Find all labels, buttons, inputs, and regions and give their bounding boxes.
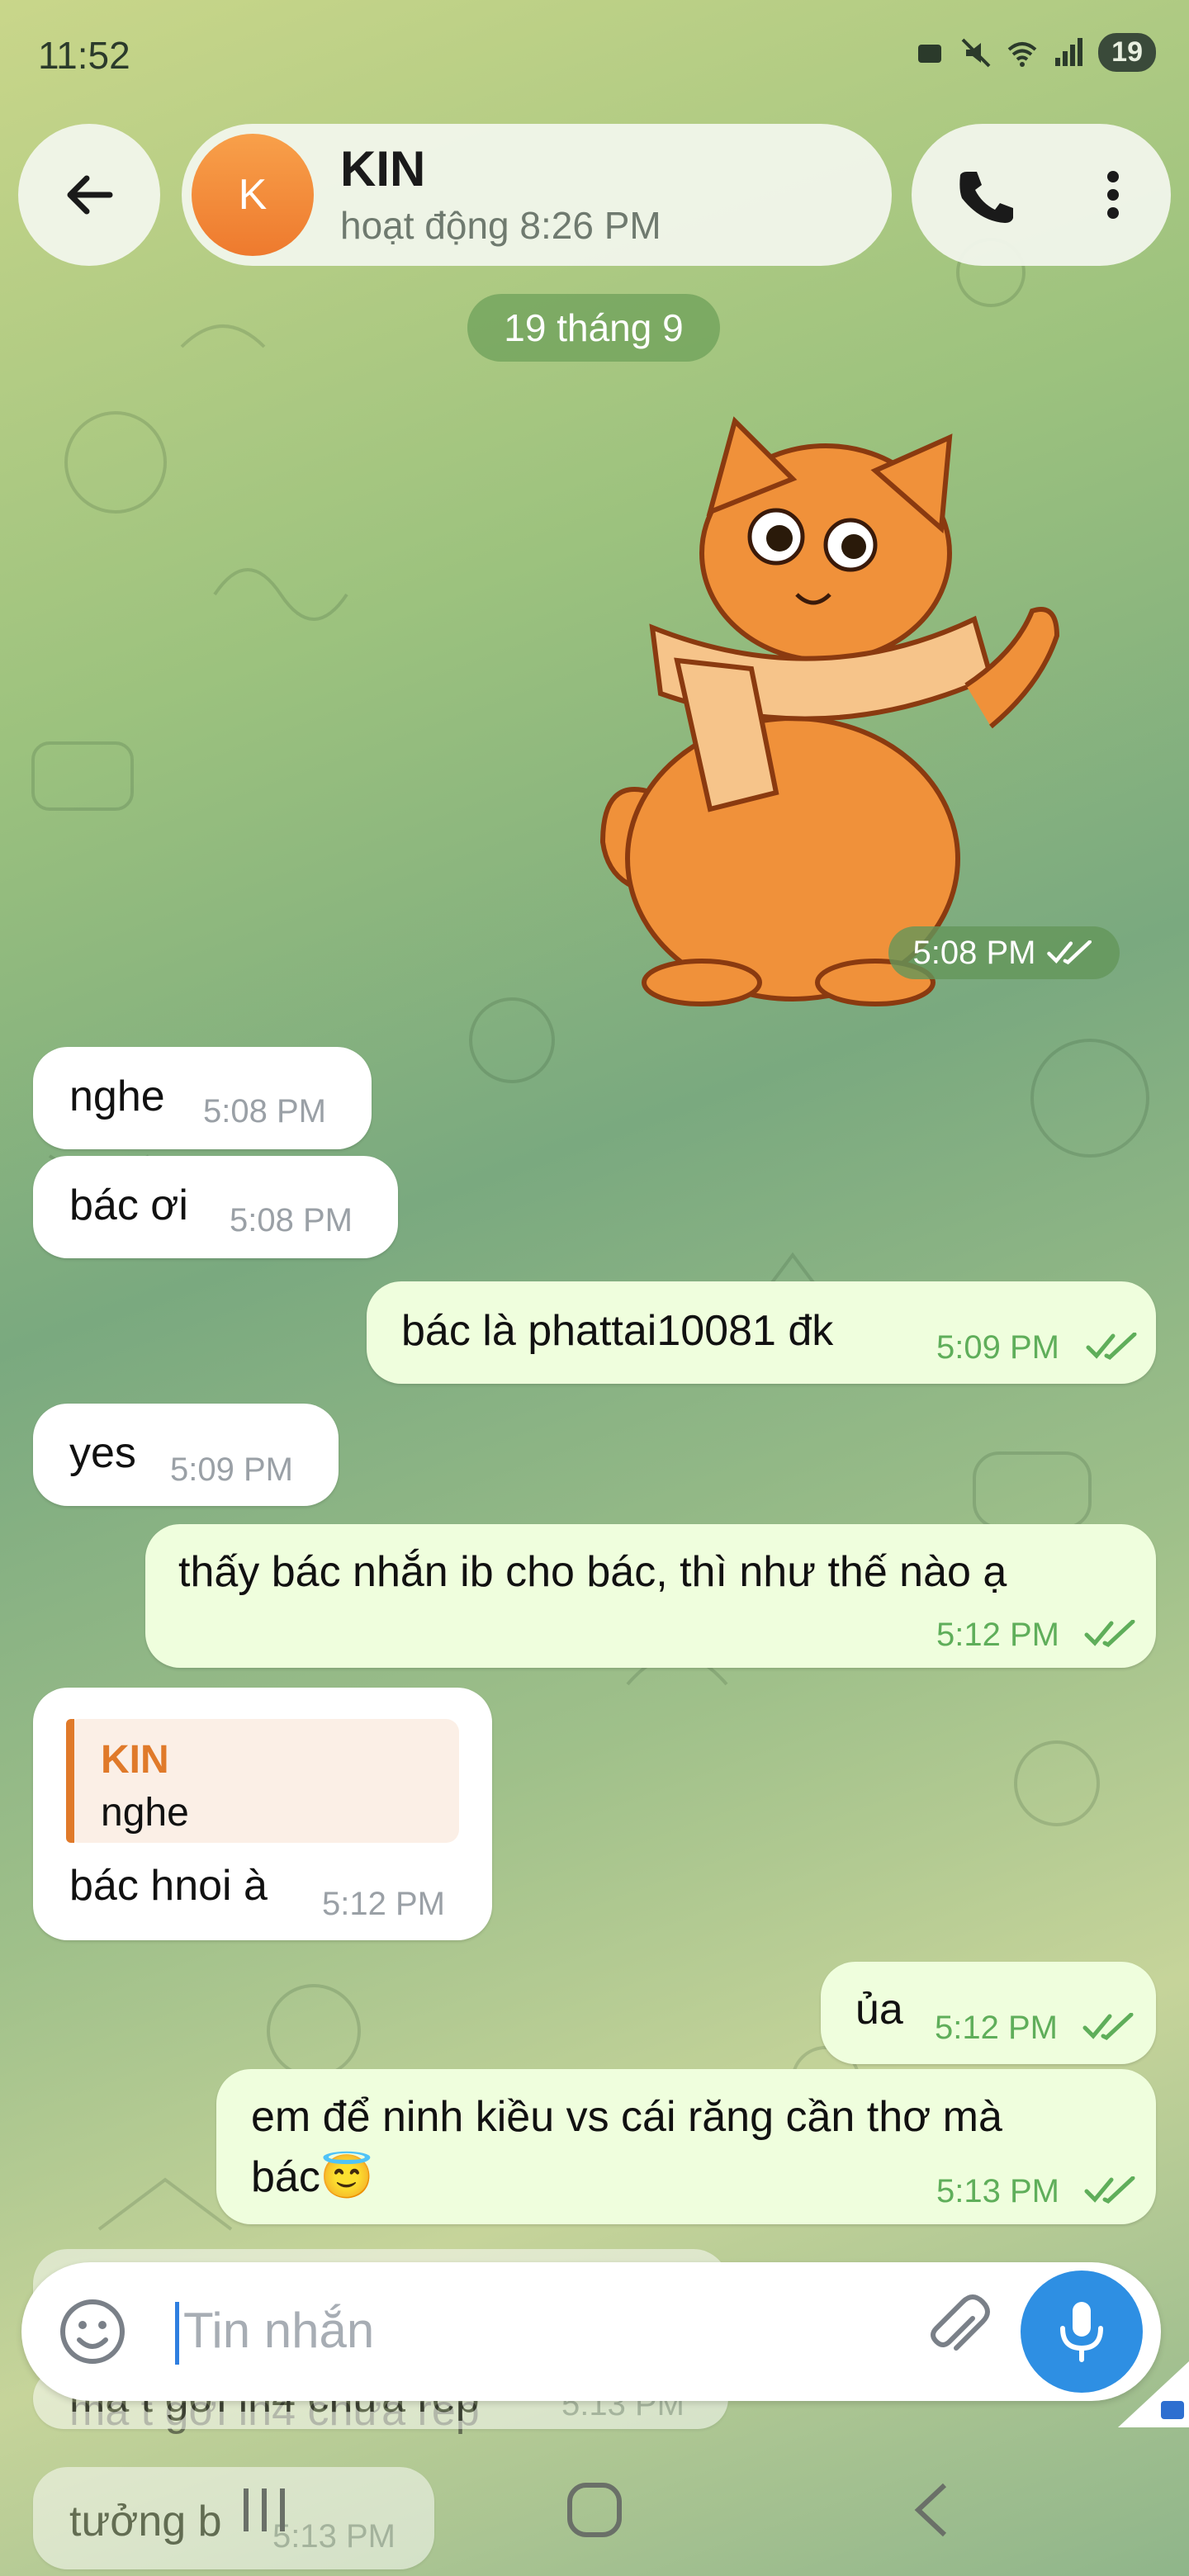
home-icon[interactable] [561, 2477, 628, 2543]
message-bubble-outgoing[interactable]: em để ninh kiều vs cái răng cần thơ mà b… [216, 2069, 1156, 2224]
phone-icon[interactable] [954, 165, 1013, 225]
message-input[interactable]: Tin nhắn [183, 2302, 374, 2359]
message-text: bác hnoi à [69, 1862, 268, 1910]
notification-icon [918, 44, 942, 63]
reply-text: nghe [101, 1791, 189, 1835]
status-icons: 19 [913, 33, 1156, 72]
message-text: ủa [855, 1986, 903, 2034]
microphone-icon [1060, 2302, 1103, 2362]
scroll-down-badge-icon[interactable] [1118, 2361, 1189, 2427]
recent-apps-icon[interactable] [231, 2477, 297, 2543]
message-time: 5:08 PM [203, 1093, 326, 1129]
reply-accent-bar [66, 1719, 74, 1843]
contact-name: KIN [340, 141, 426, 197]
cat-sticker[interactable] [578, 413, 1123, 1007]
header-actions [912, 124, 1171, 266]
date-chip: 19 tháng 9 [467, 294, 720, 362]
message-text-line1: em để ninh kiều vs cái răng cần thơ mà [251, 2093, 1002, 2141]
reply-quote[interactable]: KIN nghe [66, 1719, 459, 1843]
signal-icon [1055, 37, 1083, 66]
double-check-icon [1084, 2176, 1135, 2204]
chat-title-bar[interactable]: K KIN hoạt động 8:26 PM [182, 124, 892, 266]
message-composer[interactable]: Tin nhắn [21, 2262, 1161, 2401]
contact-status: hoạt động 8:26 PM [340, 204, 661, 247]
status-bar: 11:52 19 [0, 0, 1189, 107]
double-check-icon [1086, 1333, 1137, 1361]
message-bubble-incoming-reply[interactable]: KIN nghe bác hnoi à 5:12 PM [33, 1688, 492, 1940]
reply-author: KIN [101, 1738, 169, 1782]
double-check-icon [1084, 1620, 1135, 1648]
sticker-timestamp: 5:08 PM [888, 926, 1120, 979]
message-time: 5:13 PM [936, 2173, 1059, 2209]
back-nav-icon[interactable] [900, 2477, 966, 2543]
message-text: nghe [69, 1073, 165, 1120]
message-bubble-incoming[interactable]: bác ơi 5:08 PM [33, 1156, 398, 1258]
more-vertical-icon[interactable] [1097, 165, 1130, 225]
back-button[interactable] [18, 124, 160, 266]
message-bubble-incoming[interactable]: nghe 5:08 PM [33, 1047, 372, 1149]
back-arrow-icon [67, 175, 113, 215]
emoji-icon[interactable] [58, 2297, 127, 2366]
message-text: yes [69, 1429, 136, 1477]
text-caret [175, 2302, 179, 2365]
sticker-time: 5:08 PM [912, 934, 1036, 971]
message-bubble-incoming[interactable]: yes 5:09 PM [33, 1404, 339, 1506]
wifi-icon [1007, 41, 1037, 67]
message-text-line2: bác😇 [251, 2153, 374, 2201]
double-check-icon [1047, 940, 1092, 965]
system-navigation-bar [0, 2444, 1189, 2576]
message-time: 5:09 PM [936, 1329, 1059, 1366]
avatar[interactable]: K [192, 134, 314, 256]
message-time: 5:12 PM [936, 1617, 1059, 1653]
message-bubble-outgoing[interactable]: bác là phattai10081 đk 5:09 PM [367, 1281, 1156, 1384]
message-time: 5:08 PM [230, 1202, 353, 1238]
clock: 11:52 [38, 34, 130, 77]
message-bubble-outgoing[interactable]: thấy bác nhắn ib cho bác, thì như thế nà… [145, 1524, 1156, 1668]
message-text: bác ơi [69, 1181, 188, 1229]
message-time: 5:09 PM [170, 1451, 293, 1488]
message-time: 5:12 PM [322, 1886, 445, 1922]
message-bubble-outgoing[interactable]: ủa 5:12 PM [821, 1962, 1156, 2064]
double-check-icon [1082, 2013, 1134, 2041]
message-text: thấy bác nhắn ib cho bác, thì như thế nà… [178, 1548, 1007, 1596]
attach-icon[interactable] [921, 2294, 996, 2368]
message-text: bác là phattai10081 đk [401, 1307, 834, 1355]
mute-icon [961, 38, 991, 67]
message-time: 5:12 PM [935, 2010, 1058, 2046]
battery-indicator: 19 [1098, 33, 1156, 72]
